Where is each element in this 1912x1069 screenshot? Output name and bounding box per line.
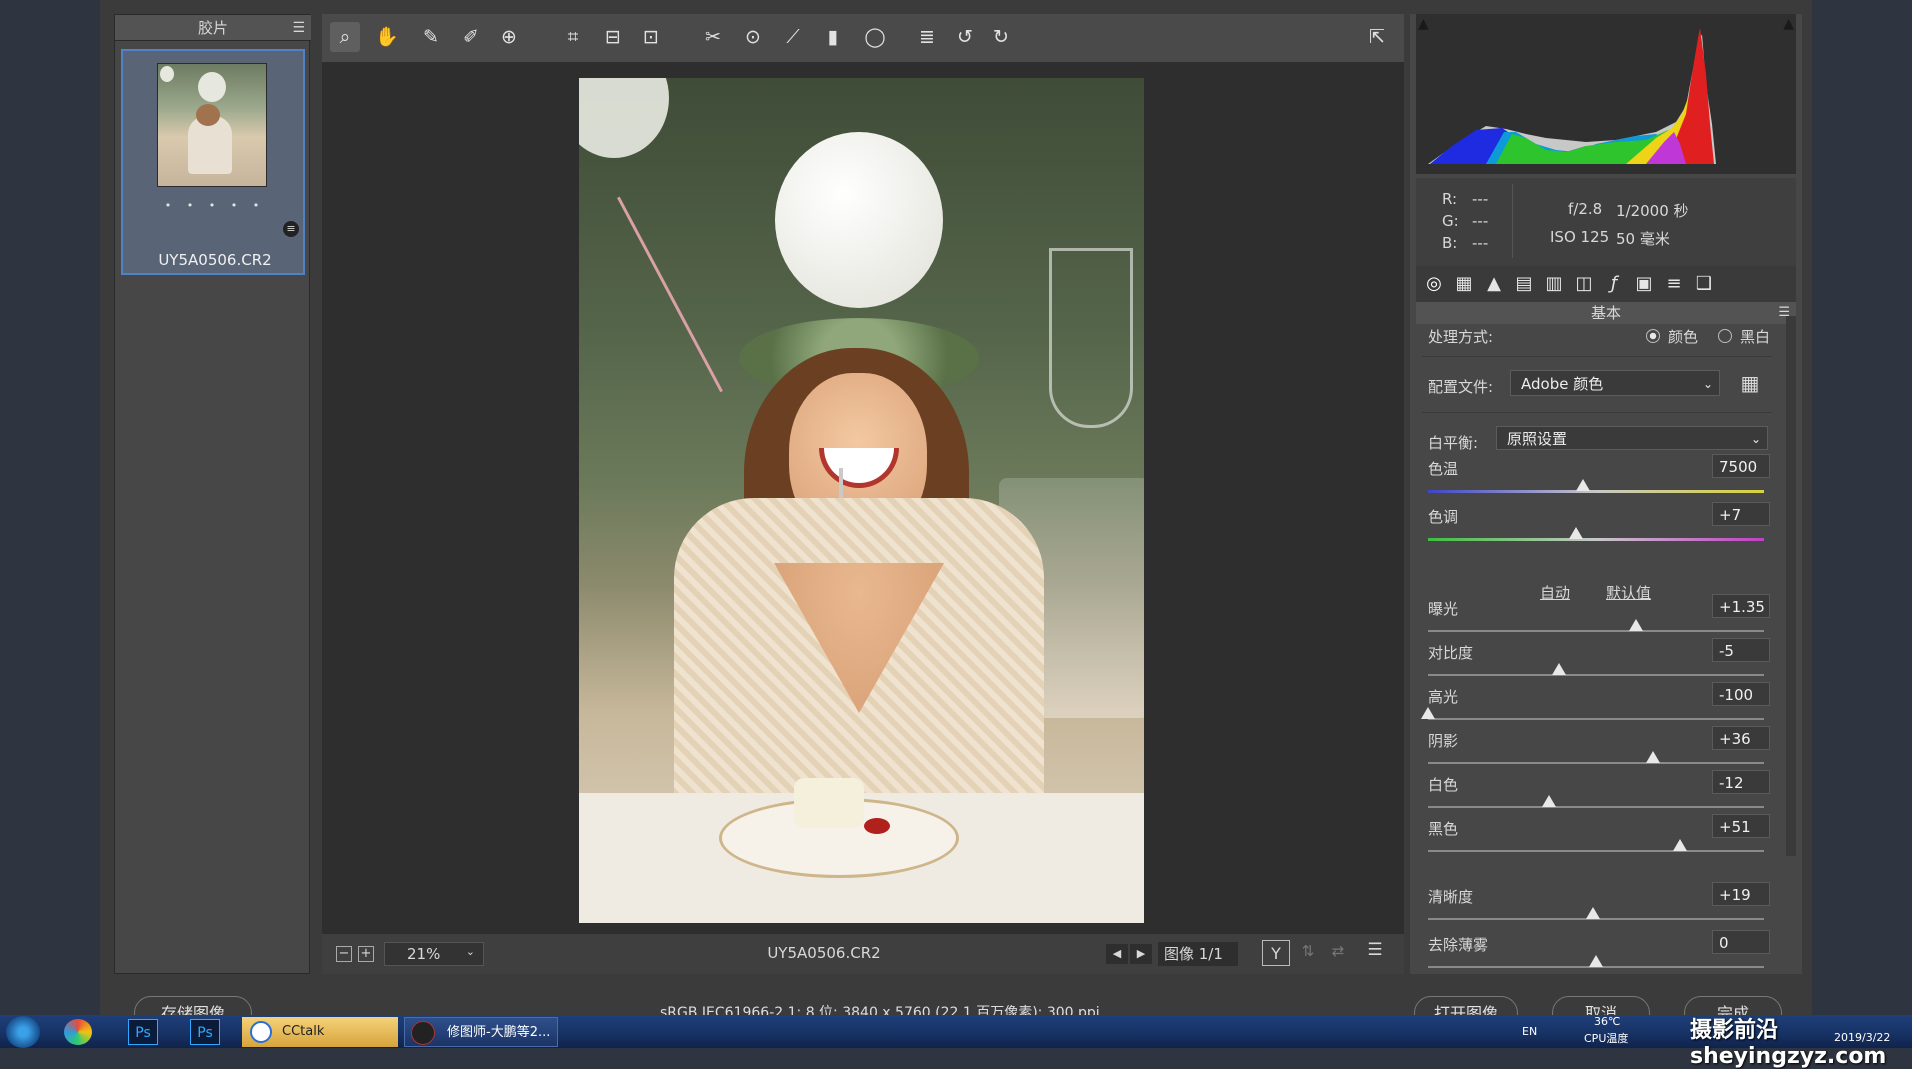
spot-removal-icon[interactable]: ✂ — [698, 22, 728, 52]
temperature: 36℃ — [1594, 1015, 1621, 1028]
next-image-icon[interactable]: ▶ — [1130, 944, 1152, 964]
slider-track[interactable] — [1428, 718, 1764, 720]
before-after-icon[interactable]: Y — [1262, 940, 1290, 966]
fullscreen-icon[interactable]: ⇱ — [1362, 22, 1392, 52]
white-balance-icon[interactable]: ✎ — [416, 22, 446, 52]
adjustment-brush-icon[interactable]: ⟋ — [778, 22, 808, 52]
right-panel: ▲ ▲ R: --- G: --- B: --- f/2.8 1/2000 秒 … — [1410, 14, 1802, 974]
taskbar-cctalk[interactable]: CCtalk — [242, 1017, 398, 1047]
photoshop-icon[interactable]: Ps — [190, 1019, 220, 1045]
slider-value-input[interactable]: +1.35 — [1712, 594, 1770, 618]
slider-value-input[interactable]: +7 — [1712, 502, 1770, 526]
thumbnail-image — [157, 63, 267, 187]
image-counter: 图像 1/1 — [1158, 942, 1238, 966]
filmstrip-header: 胶片 ☰ — [115, 15, 311, 41]
straighten-icon[interactable]: ⊟ — [598, 22, 628, 52]
auto-link[interactable]: 自动 — [1540, 582, 1570, 603]
slider-track[interactable] — [1428, 674, 1764, 676]
zoom-value: 21% — [407, 945, 441, 963]
default-link[interactable]: 默认值 — [1606, 582, 1651, 603]
filmstrip-panel: 胶片 ☰ • • • • • ≡ UY5A0506.CR2 — [114, 14, 311, 974]
basic-sliders: 色温 7500 色调 +7 曝光 +1.35 对比度 -5 高光 -100 阴影 +36 白色 -12 黑色… — [1410, 14, 1802, 974]
slider-value-input[interactable]: +19 — [1712, 882, 1770, 906]
slider-value-input[interactable]: -12 — [1712, 770, 1770, 794]
photoshop-icon[interactable]: Ps — [128, 1019, 158, 1045]
cpu-label: CPU温度 — [1584, 1032, 1629, 1045]
slider-value-input[interactable]: +36 — [1712, 726, 1770, 750]
cctalk-label: CCtalk — [282, 1024, 325, 1039]
canvas-status-bar: − + 21% ⌄ UY5A0506.CR2 ◀ ▶ 图像 1/1 Y ⇅ ⇄ … — [322, 934, 1404, 974]
slider-track[interactable] — [1428, 630, 1764, 632]
zoom-out-icon[interactable]: − — [336, 946, 352, 962]
rotate-left-icon[interactable]: ↺ — [950, 22, 980, 52]
rotate-right-icon[interactable]: ↻ — [986, 22, 1016, 52]
slider-track[interactable] — [1428, 806, 1764, 808]
rating-stars[interactable]: • • • • • — [123, 199, 307, 212]
zoom-icon[interactable]: ⌕ — [330, 22, 360, 52]
start-button-icon[interactable] — [6, 1016, 40, 1048]
swap-icon[interactable]: ⇅ — [1296, 942, 1320, 966]
slider-thumb[interactable] — [1568, 527, 1583, 539]
transform-icon[interactable]: ⊡ — [636, 22, 666, 52]
toolbar: ⌕ ✋ ✎ ✐ ⊕ ⌗ ⊟ ⊡ ✂ ⊙ ⟋ ▮ ◯ ≣ ↺ ↻ ⇱ — [322, 14, 1404, 62]
task-icon — [411, 1021, 435, 1045]
taskbar-task2[interactable]: 修图师-大鹏等2... — [404, 1017, 558, 1047]
slider-track[interactable] — [1428, 490, 1764, 493]
thumbnail-filename: UY5A0506.CR2 — [158, 251, 272, 269]
graduated-filter-icon[interactable]: ▮ — [818, 22, 848, 52]
filmstrip-title: 胶片 — [197, 19, 228, 37]
slider-thumb[interactable] — [1585, 907, 1600, 919]
slider-thumb[interactable] — [1421, 707, 1435, 719]
slider-thumb[interactable] — [1575, 479, 1590, 491]
slider-track[interactable] — [1428, 762, 1764, 764]
copy-settings-icon[interactable]: ⇄ — [1326, 942, 1350, 966]
canvas-filename: UY5A0506.CR2 — [767, 944, 881, 962]
slider-value-input[interactable]: -5 — [1712, 638, 1770, 662]
red-eye-icon[interactable]: ⊙ — [738, 22, 768, 52]
filmstrip-thumbnail[interactable]: • • • • • ≡ UY5A0506.CR2 — [121, 49, 305, 275]
slider-thumb[interactable] — [1673, 839, 1687, 851]
hand-icon[interactable]: ✋ — [372, 22, 402, 52]
crop-icon[interactable]: ⌗ — [558, 22, 588, 52]
slider-thumb[interactable] — [1589, 955, 1603, 967]
slider-value-input[interactable]: 7500 — [1712, 454, 1770, 478]
preferences-icon[interactable]: ≣ — [912, 22, 942, 52]
slider-thumb[interactable] — [1541, 795, 1556, 807]
slider-thumb[interactable] — [1629, 619, 1644, 631]
language-indicator[interactable]: EN — [1522, 1025, 1537, 1038]
settings-badge-icon: ≡ — [283, 221, 299, 237]
slider-value-input[interactable]: -100 — [1712, 682, 1770, 706]
slider-track[interactable] — [1428, 538, 1764, 541]
prev-image-icon[interactable]: ◀ — [1106, 944, 1128, 964]
windows-taskbar: Ps Ps CCtalk 修图师-大鹏等2... EN 36℃ CPU温度 20… — [0, 1015, 1912, 1048]
chevron-down-icon: ⌄ — [465, 945, 475, 958]
cctalk-icon — [250, 1021, 272, 1043]
zoom-in-icon[interactable]: + — [358, 946, 374, 962]
task2-label: 修图师-大鹏等2... — [447, 1025, 551, 1040]
radial-filter-icon[interactable]: ◯ — [860, 22, 890, 52]
app-icon[interactable] — [64, 1019, 92, 1045]
slider-value-input[interactable]: 0 — [1712, 930, 1770, 954]
slider-track[interactable] — [1428, 850, 1764, 852]
panel-scrollbar[interactable] — [1786, 316, 1796, 856]
preview-settings-icon[interactable]: ☰ — [1362, 940, 1388, 966]
preview-photo — [579, 78, 1144, 923]
zoom-select[interactable]: 21% ⌄ — [384, 942, 484, 966]
watermark: 摄影前沿 sheyingzyz.com — [1690, 1018, 1887, 1069]
color-sampler-icon[interactable]: ✐ — [456, 22, 486, 52]
slider-thumb[interactable] — [1552, 663, 1567, 675]
target-adjust-icon[interactable]: ⊕ — [494, 22, 524, 52]
slider-thumb[interactable] — [1646, 751, 1661, 763]
slider-value-input[interactable]: +51 — [1712, 814, 1770, 838]
menu-icon[interactable]: ☰ — [292, 15, 305, 41]
